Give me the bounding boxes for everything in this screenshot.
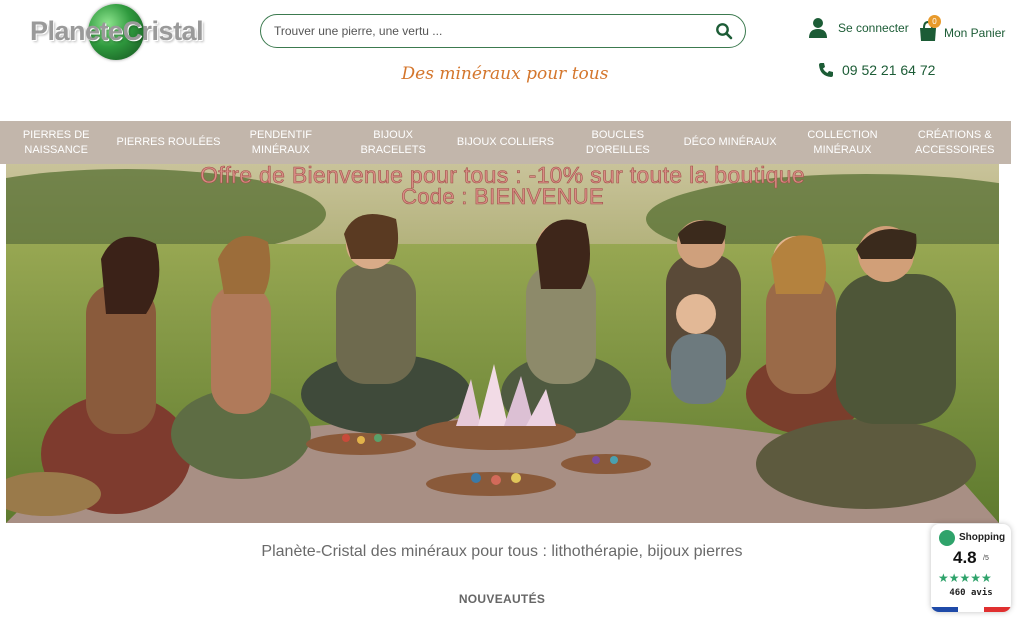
section-title-nouveautes: NOUVEAUTÉS [458,592,546,606]
main-nav: PIERRES DE NAISSANCE PIERRES ROULÉES PEN… [0,121,1011,164]
nav-item-pendentif-mineraux[interactable]: PENDENTIF MINÉRAUX [225,121,337,164]
rating-stars-icon: ★★★★★ [938,571,992,585]
rating-widget[interactable]: Shopping 4.8 /5 ★★★★★ 460 avis [931,524,1011,612]
phone-number: 09 52 21 64 72 [842,62,936,78]
nav-item-collection-mineraux[interactable]: COLLECTION MINÉRAUX [786,121,898,164]
french-flag-icon [931,607,1011,612]
user-icon [809,18,827,38]
shopping-review-logo-icon [939,530,955,546]
intro-heading: Planète-Cristal des minéraux pour tous :… [261,543,743,560]
search-icon[interactable] [715,22,733,40]
rating-score: 4.8 [953,548,977,567]
page: PlaneteCristal Des minéraux pour tous Se… [0,0,1024,619]
banner-promo-code: Code : BIENVENUE [401,184,604,210]
nav-item-deco-mineraux[interactable]: DÉCO MINÉRAUX [674,121,786,164]
logo-text: PlaneteCristal [30,16,204,46]
nav-item-pierres-roulees[interactable]: PIERRES ROULÉES [112,121,224,164]
rating-max: /5 [983,555,989,562]
cart-count-badge: 0 [928,15,941,28]
phone-icon [819,63,833,77]
phone-contact[interactable]: 09 52 21 64 72 [818,62,935,78]
cart-link[interactable]: 0 Mon Panier [918,15,1006,44]
site-tagline: Des minéraux pour tous [401,64,609,84]
search-input[interactable] [274,22,694,40]
nav-item-bijoux-colliers[interactable]: BIJOUX COLLIERS [449,121,561,164]
nav-item-bijoux-bracelets[interactable]: BIJOUX BRACELETS [337,121,449,164]
banner-image [6,164,999,523]
login-label: Se connecter [838,21,909,35]
site-logo[interactable]: PlaneteCristal [28,4,218,60]
promo-banner[interactable]: Offre de Bienvenue pour tous : -10% sur … [6,164,999,523]
nav-item-pierres-de-naissance[interactable]: PIERRES DE NAISSANCE [0,121,112,164]
nav-item-boucles-oreilles[interactable]: BOUCLES D'OREILLES [562,121,674,164]
login-link[interactable]: Se connecter [808,16,909,40]
cart-label: Mon Panier [944,26,1006,40]
nav-item-creations-accessoires[interactable]: CRÉATIONS & ACCESSOIRES [899,121,1011,164]
rating-brand: Shopping [959,532,1006,543]
rating-count: 460 avis [949,588,993,598]
search-bar [260,14,746,48]
